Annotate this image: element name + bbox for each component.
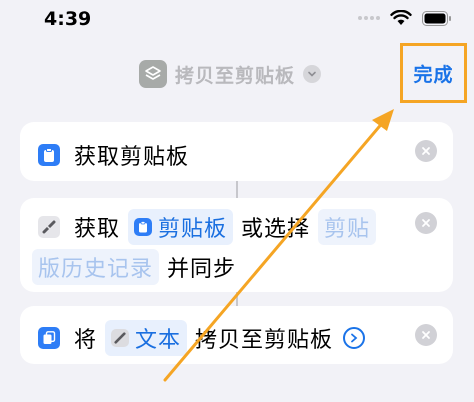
annotation-arrow <box>163 109 394 382</box>
